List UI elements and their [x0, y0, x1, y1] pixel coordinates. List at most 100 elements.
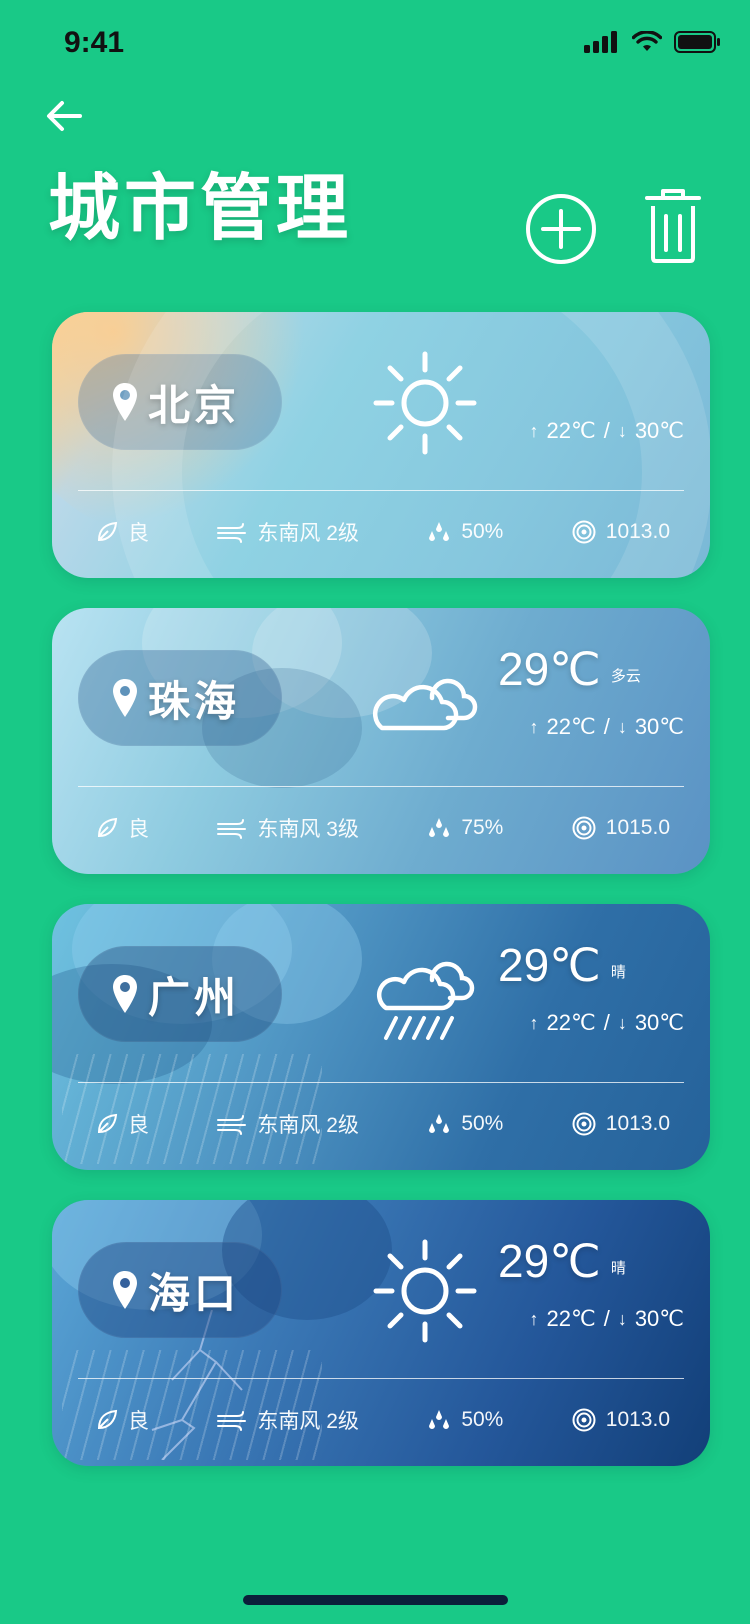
- wind-icon: [217, 1115, 247, 1135]
- pressure-value: 1015.0: [605, 816, 670, 839]
- leaf-icon: [97, 817, 118, 838]
- pressure-icon: [572, 1408, 596, 1432]
- pressure-stat: 1013.0: [572, 1408, 670, 1432]
- temp-high: 30℃: [634, 1306, 684, 1331]
- location-pin-icon: [113, 975, 137, 1013]
- air-quality-stat: 良: [96, 1405, 149, 1435]
- back-button[interactable]: [40, 92, 88, 140]
- card-divider: [78, 490, 684, 491]
- wind-value: 东南风 2级: [257, 1114, 359, 1137]
- air-quality-stat: 良: [96, 1109, 149, 1139]
- wind-stat: 东南风 2级: [217, 1405, 359, 1435]
- weather-condition: 多云: [610, 667, 641, 685]
- humidity-stat: 50%: [427, 520, 503, 544]
- pressure-stat: 1013.0: [572, 520, 670, 544]
- arrow-down-icon: ↓: [617, 1308, 627, 1329]
- leaf-icon: [97, 1113, 118, 1134]
- humidity-stat: 50%: [427, 1112, 503, 1136]
- droplets-icon: [429, 522, 450, 541]
- pressure-icon: [572, 520, 596, 544]
- temp-high: 30℃: [634, 714, 684, 739]
- temp-main: 29℃ 多云: [498, 646, 641, 692]
- temp-current: 29℃: [498, 939, 601, 991]
- card-divider: [78, 786, 684, 787]
- temp-high: 30℃: [634, 1010, 684, 1035]
- temp-separator: /: [603, 418, 610, 443]
- pressure-value: 1013.0: [605, 1112, 670, 1135]
- temp-low: 22℃: [546, 1306, 596, 1331]
- pressure-stat: 1015.0: [572, 816, 670, 840]
- rain-icon: [376, 961, 475, 1040]
- pressure-icon: [572, 816, 596, 840]
- pressure-value: 1013.0: [605, 520, 670, 543]
- wind-icon: [217, 1411, 247, 1431]
- leaf-icon: [97, 1409, 118, 1430]
- wind-icon: [217, 523, 247, 543]
- temp-range: ↑ 22℃ / ↓ 30℃: [530, 1306, 685, 1332]
- city-name: 珠海: [148, 676, 241, 726]
- temp-low: 22℃: [546, 1010, 596, 1035]
- air-quality-stat: 良: [96, 813, 149, 843]
- leaf-icon: [97, 521, 118, 542]
- wind-stat: 东南风 3级: [217, 813, 359, 843]
- temp-separator: /: [603, 714, 610, 739]
- humidity-value: 50%: [461, 520, 504, 543]
- city-card[interactable]: 海口 29℃ 晴 ↑ 22℃ / ↓ 30℃ 良 东南风 2级 50% 1013…: [52, 1200, 710, 1466]
- card-stats: 良 东南风 3级 75% 1015.0: [96, 810, 670, 846]
- humidity-value: 50%: [461, 1408, 504, 1431]
- wind-value: 东南风 2级: [257, 522, 359, 545]
- city-card[interactable]: 广州 29℃ 晴 ↑ 22℃ / ↓ 30℃ 良 东南风 2级 50% 1013…: [52, 904, 710, 1170]
- delete-city-button[interactable]: [645, 188, 701, 264]
- plus-circle-icon: [526, 194, 596, 264]
- humidity-stat: 75%: [427, 816, 503, 840]
- city-name-pill: 海口: [78, 1242, 282, 1338]
- humidity-value: 75%: [461, 816, 504, 839]
- temp-low: 22℃: [546, 714, 596, 739]
- droplets-icon: [429, 1114, 450, 1133]
- city-name: 海口: [148, 1268, 241, 1318]
- pressure-stat: 1013.0: [572, 1112, 670, 1136]
- status-time: 9:41: [64, 26, 125, 59]
- card-stats: 良 东南风 2级 50% 1013.0: [96, 1402, 670, 1438]
- home-indicator: [243, 1595, 508, 1605]
- air-quality-value: 良: [128, 1410, 149, 1433]
- droplets-icon: [429, 1410, 450, 1429]
- battery-icon: [674, 31, 720, 53]
- droplets-icon: [429, 818, 450, 837]
- city-card-list: 北京 ↑ 22℃ / ↓ 30℃ 良 东南风 2级 50% 1013.0 珠海 …: [52, 312, 710, 1496]
- arrow-up-icon: ↑: [529, 1012, 539, 1033]
- temp-current: 29℃: [498, 643, 601, 695]
- location-pin-icon: [113, 383, 137, 421]
- city-card[interactable]: 珠海 29℃ 多云 ↑ 22℃ / ↓ 30℃ 良 东南风 3级 75% 101…: [52, 608, 710, 874]
- air-quality-value: 良: [128, 1114, 149, 1137]
- card-stats: 良 东南风 2级 50% 1013.0: [96, 1106, 670, 1142]
- city-card[interactable]: 北京 ↑ 22℃ / ↓ 30℃ 良 东南风 2级 50% 1013.0: [52, 312, 710, 578]
- city-name: 广州: [148, 972, 241, 1022]
- arrow-up-icon: ↑: [529, 1308, 539, 1329]
- arrow-down-icon: ↓: [617, 420, 627, 441]
- arrow-up-icon: ↑: [529, 420, 539, 441]
- page-title: 城市管理: [48, 166, 353, 250]
- status-bar: 9:41: [0, 0, 750, 92]
- air-quality-value: 良: [128, 818, 149, 841]
- wind-icon: [217, 819, 247, 839]
- wifi-icon: [632, 31, 662, 51]
- pressure-icon: [572, 1112, 596, 1136]
- wind-stat: 东南风 2级: [217, 517, 359, 547]
- card-divider: [78, 1082, 684, 1083]
- status-icons: [584, 30, 722, 54]
- air-quality-value: 良: [128, 522, 149, 545]
- temp-separator: /: [603, 1306, 610, 1331]
- temp-separator: /: [603, 1010, 610, 1035]
- add-city-button[interactable]: [524, 192, 598, 266]
- city-name-pill: 北京: [78, 354, 282, 450]
- temp-main: 29℃ 晴: [498, 942, 626, 988]
- temp-range: ↑ 22℃ / ↓ 30℃: [530, 714, 685, 740]
- wind-value: 东南风 3级: [257, 818, 359, 841]
- trash-icon: [645, 189, 701, 263]
- temp-range: ↑ 22℃ / ↓ 30℃: [530, 418, 685, 444]
- humidity-value: 50%: [461, 1112, 504, 1135]
- arrow-up-icon: ↑: [529, 716, 539, 737]
- arrow-down-icon: ↓: [617, 1012, 627, 1033]
- city-name-pill: 广州: [78, 946, 282, 1042]
